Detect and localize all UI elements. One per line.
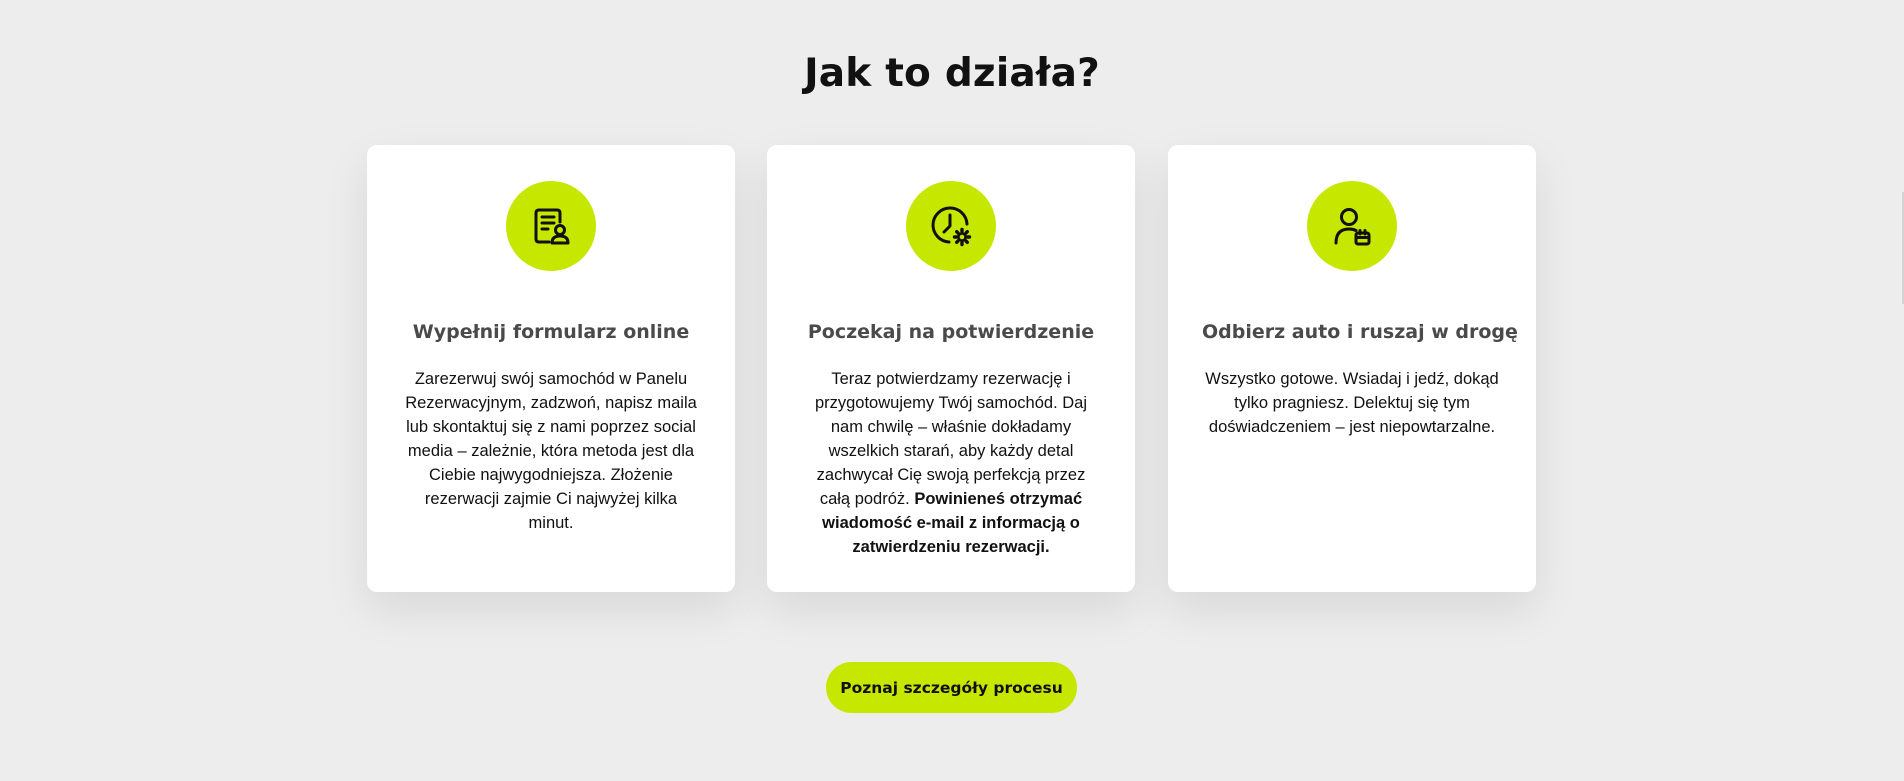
clock-gear-icon <box>931 206 972 247</box>
step-description: Zarezerwuj swój samochód w Panelu Rezerw… <box>405 370 697 532</box>
section-title: Jak to działa? <box>804 51 1100 96</box>
step-card-wait-confirmation: Poczekaj na potwierdzenie Teraz potwierd… <box>767 145 1135 592</box>
step-icon-badge <box>906 181 996 271</box>
step-description: Wszystko gotowe. Wsiadaj i jedź, dokąd t… <box>1205 370 1499 436</box>
step-description: Teraz potwierdzamy rezerwację i przygoto… <box>801 367 1101 559</box>
user-calendar-icon <box>1334 208 1371 246</box>
steps-container: Wypełnij formularz online Zarezerwuj swó… <box>367 145 1537 592</box>
step-title: Wypełnij formularz online <box>412 321 690 343</box>
step-icon-badge <box>506 181 596 271</box>
step-card-fill-form: Wypełnij formularz online Zarezerwuj swó… <box>367 145 735 592</box>
step-card-pick-up-car: Odbierz auto i ruszaj w drogę Wszystko g… <box>1168 145 1536 592</box>
step-title: Odbierz auto i ruszaj w drogę <box>1202 321 1518 343</box>
form-document-user-icon <box>534 208 570 245</box>
process-details-button[interactable]: Poznaj szczegóły procesu <box>826 662 1077 713</box>
step-title: Poczekaj na potwierdzenie <box>807 321 1095 343</box>
step-description-text: Teraz potwierdzamy rezerwację i przygoto… <box>814 370 1088 508</box>
step-icon-badge <box>1307 181 1397 271</box>
